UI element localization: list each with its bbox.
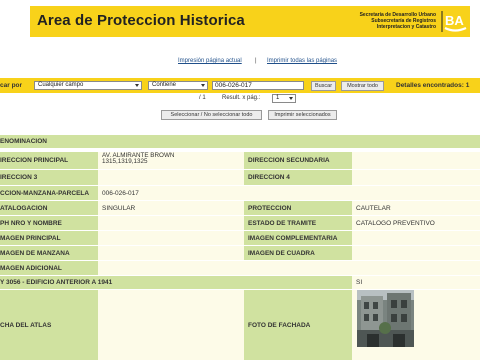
field-label: IMAGEN de CUADRA [244,245,352,260]
chevron-down-icon [201,84,205,87]
field-value: CATALOGO PREVENTIVO [352,215,480,230]
print-current-page-link[interactable]: Impresión página actual [178,58,242,64]
results-count: Detalles encontrados: 1 [396,82,470,89]
field-label: DIRECCION 4 [244,169,352,185]
site-header: Area de Proteccion Historica Secretaría … [30,6,470,37]
field-value: 006-026-017 [98,185,480,200]
field-label: DIRECCION SECUNDARIA [244,151,352,169]
per-page-select[interactable]: 1 [272,94,296,103]
record-row-ficha: CHA del ATLAS FOTO de FACHADA [0,289,480,360]
field-label: IRECCION 3 [0,169,98,185]
field-value [98,245,244,260]
field-value: AV. ALMIRANTE BROWN 1315,1319,1325 [98,151,244,169]
page-title: Area de Proteccion Historica [37,12,245,29]
field-label: IMAGEN COMPLEMENTARIA [244,230,352,245]
selection-row: Seleccionar / No seleccionar todo Imprim… [0,108,480,122]
field-value: CAUTELAR [352,200,480,215]
show-all-button[interactable]: Mostrar todo [341,81,384,91]
field-label: Y 3056 - Edificio Anterior a 1941 [0,275,352,289]
chevron-down-icon [289,97,293,100]
field-value [352,151,480,169]
field-value [98,215,244,230]
field-select-value: Cualquier campo [38,82,84,88]
field-label: ENOMINACION [0,134,480,148]
field-value [352,169,480,185]
field-label: MAGEN ADICIONAL [0,260,98,275]
field-label: CCION-MANZANA-PARCELA [0,185,98,200]
field-value: SINGULAR [98,200,244,215]
organization-block: Secretaría de Desarrollo Urbano Subsecre… [326,12,436,30]
per-page-label: Result. x pág.: [222,95,261,101]
print-all-pages-link[interactable]: Imprimir todas las páginas [267,58,337,64]
field-label: FOTO de FACHADA [244,289,352,360]
field-value [352,230,480,245]
field-label: PH Nro y NOMBRE [0,215,98,230]
field-label: MAGEN PRINCIPAL [0,230,98,245]
record-row-ley: Y 3056 - Edificio Anterior a 1941 SI [0,275,480,289]
field-value [98,230,244,245]
field-label: CHA del ATLAS [0,289,98,360]
operator-select[interactable]: Contiene [148,81,208,90]
search-button[interactable]: Buscar [311,81,336,91]
search-label: car por [0,82,23,89]
record-row-ph: PH Nro y NOMBRE ESTADO de TRAMITE CATALO… [0,215,480,230]
field-label: PROTECCION [244,200,352,215]
field-label: ATALOGACION [0,200,98,215]
field-value [352,245,480,260]
ba-logo: BA [441,9,469,34]
field-value: SI [352,275,480,289]
facade-photo[interactable] [357,290,414,347]
field-select[interactable]: Cualquier campo [34,81,142,90]
record-row-denominacion: ENOMINACION [0,134,480,148]
field-value [98,169,244,185]
logo-text: BA [445,13,464,28]
record-row-imagen-principal: MAGEN PRINCIPAL IMAGEN COMPLEMENTARIA [0,230,480,245]
field-label: MAGEN de MANZANA [0,245,98,260]
address-line: 1315,1319,1325 [102,158,148,166]
field-value [98,260,480,275]
toggle-select-all-button[interactable]: Seleccionar / No seleccionar todo [161,110,262,120]
pagination-row: / 1 Result. x pág.: 1 [0,94,480,104]
search-bar: car por Cualquier campo Contiene 006-026… [0,78,480,93]
record-row-direccion3: IRECCION 3 DIRECCION 4 [0,169,480,185]
page-indicator: / 1 [199,95,206,101]
operator-select-value: Contiene [152,82,177,88]
record-row-smp: CCION-MANZANA-PARCELA 006-026-017 [0,185,480,200]
search-input[interactable]: 006-026-017 [212,81,304,90]
link-separator: | [255,58,257,64]
record-row-imagen-manzana: MAGEN de MANZANA IMAGEN de CUADRA [0,245,480,260]
per-page-value: 1 [276,95,280,101]
print-selected-button[interactable]: Imprimir seleccionados [268,110,337,120]
field-value [98,289,244,360]
record-row-catalogacion: ATALOGACION SINGULAR PROTECCION CAUTELAR [0,200,480,215]
record-row-direccion: IRECCION PRINCIPAL AV. ALMIRANTE BROWN 1… [0,151,480,169]
chevron-down-icon [135,84,139,87]
field-label: IRECCION PRINCIPAL [0,151,98,169]
field-label: ESTADO de TRAMITE [244,215,352,230]
org-line: Interpretacion y Catastro [376,24,436,30]
record-row-imagen-adicional: MAGEN ADICIONAL [0,260,480,275]
